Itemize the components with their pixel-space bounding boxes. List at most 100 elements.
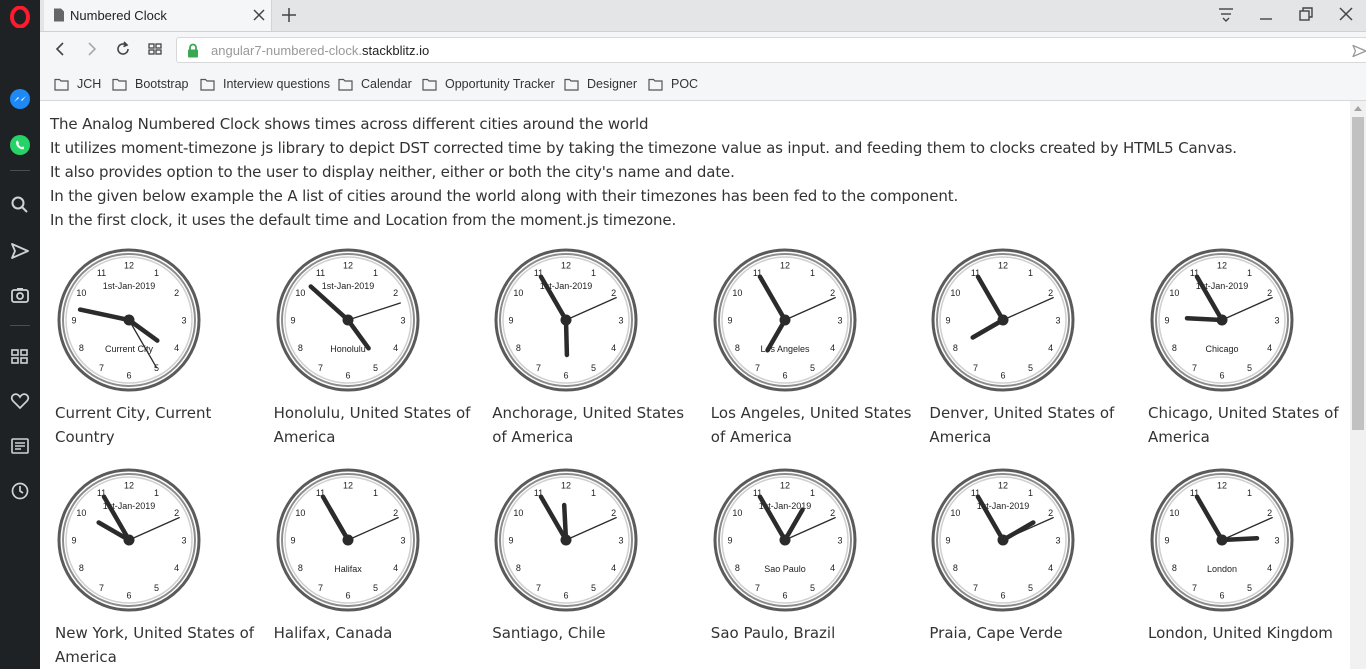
clock-numeral: 3 xyxy=(1274,536,1279,546)
restore-icon[interactable] xyxy=(1297,5,1315,23)
history-icon[interactable] xyxy=(8,479,32,503)
minimize-icon[interactable] xyxy=(1257,5,1275,23)
opera-logo-icon[interactable] xyxy=(8,5,32,29)
clock-numeral: 6 xyxy=(126,591,131,601)
clock-numeral: 1 xyxy=(373,268,378,278)
bookmark-calendar[interactable]: Calendar xyxy=(338,75,412,93)
scrollbar-thumb[interactable] xyxy=(1352,117,1364,430)
clock-numeral: 6 xyxy=(1219,371,1224,381)
speed-dial-icon[interactable] xyxy=(8,344,32,368)
clock-numeral: 5 xyxy=(373,363,378,373)
clock-numeral: 8 xyxy=(735,343,740,353)
clock-numeral: 2 xyxy=(393,508,398,518)
clock-numeral: 12 xyxy=(343,481,353,491)
clock-numeral: 12 xyxy=(343,261,353,271)
bookmark-label: Opportunity Tracker xyxy=(445,77,555,91)
close-icon[interactable] xyxy=(251,7,267,23)
close-window-icon[interactable] xyxy=(1337,5,1355,23)
tab-numbered-clock[interactable]: Numbered Clock xyxy=(44,0,272,31)
clock-location-label: Halifax, Canada xyxy=(273,624,393,642)
clock-center-dot xyxy=(342,534,354,546)
clock-numeral: 7 xyxy=(1192,583,1197,593)
sidebar-divider xyxy=(10,325,30,326)
clock-numeral: 1 xyxy=(1028,488,1033,498)
new-tab-plus-icon[interactable] xyxy=(280,6,298,24)
analog-clock: 1234567891011121st-Jan-2019Current City xyxy=(57,248,201,392)
clock-numeral: 4 xyxy=(393,563,398,573)
clock-numeral: 6 xyxy=(564,591,569,601)
address-bar: angular7-numbered-clock.stackblitz.io xyxy=(40,32,1366,68)
clock-numeral: 3 xyxy=(837,536,842,546)
clock-numeral: 1 xyxy=(154,488,159,498)
clock-numeral: 1 xyxy=(810,268,815,278)
clock-card: 1 2 3 4 5 6 7 8 9 10 11 12 1st-Jan-2019 Praia, Cape V… xyxy=(924,465,1134,669)
clock-numeral: 5 xyxy=(1028,583,1033,593)
intro-line: It also provides option to the user to d… xyxy=(50,163,735,181)
vertical-scrollbar[interactable] xyxy=(1350,101,1366,669)
folder-icon xyxy=(200,78,215,91)
bookmark-label: JCH xyxy=(77,77,102,91)
analog-clock: 1234567891011121st-Jan-2019 xyxy=(57,468,201,612)
clock-numeral: 7 xyxy=(755,583,760,593)
clock-numeral: 5 xyxy=(591,363,596,373)
clock-numeral: 4 xyxy=(393,343,398,353)
clock-numeral: 7 xyxy=(536,583,541,593)
clock-numeral: 5 xyxy=(1247,363,1252,373)
clock-numeral: 7 xyxy=(1192,363,1197,373)
reload-icon[interactable] xyxy=(114,40,132,58)
analog-clock: 123456789101112 xyxy=(494,468,638,612)
scroll-up-arrow-icon[interactable] xyxy=(1354,105,1362,111)
clock-card: 1 2 3 4 5 6 7 8 9 10 11 12 1st-Jan-2019 Anchorage, Un… xyxy=(487,245,697,465)
camera-icon[interactable] xyxy=(8,283,32,307)
clock-numeral: 12 xyxy=(561,481,571,491)
bookmark-designer[interactable]: Designer xyxy=(564,75,637,93)
clock-numeral: 8 xyxy=(1172,343,1177,353)
clock-center-dot xyxy=(997,534,1009,546)
bookmark-interview-questions[interactable]: Interview questions xyxy=(200,75,330,93)
clock-numeral: 6 xyxy=(345,371,350,381)
clock-numeral: 2 xyxy=(393,288,398,298)
clock-numeral: 8 xyxy=(297,343,302,353)
clock-numeral: 7 xyxy=(99,363,104,373)
analog-clock: 1234567891011121st-Jan-2019 xyxy=(931,468,1075,612)
tabs-grid-icon[interactable] xyxy=(146,40,164,58)
search-icon[interactable] xyxy=(8,193,32,217)
analog-clock: 1234567891011121st-Jan-2019Sao Paulo xyxy=(713,468,857,612)
url-field[interactable]: angular7-numbered-clock.stackblitz.io xyxy=(176,37,1366,63)
send-icon[interactable] xyxy=(8,239,32,263)
news-icon[interactable] xyxy=(8,434,32,458)
clock-numeral: 7 xyxy=(318,583,323,593)
forward-icon[interactable] xyxy=(82,40,100,58)
bookmark-jch[interactable]: JCH xyxy=(54,75,101,93)
intro-text: The Analog Numbered Clock shows times ac… xyxy=(50,112,1237,232)
clock-numeral: 12 xyxy=(561,261,571,271)
clock-numeral: 1 xyxy=(154,268,159,278)
tab-strip: Numbered Clock xyxy=(40,0,1366,32)
clock-numeral: 4 xyxy=(1048,563,1053,573)
bookmarks-bar: JCH Bootstrap Interview questions Calendar O… xyxy=(40,68,1366,101)
clock-numeral: 3 xyxy=(181,316,186,326)
intro-line: In the first clock, it uses the default … xyxy=(50,211,677,229)
clock-card: 1 2 3 4 5 6 7 8 9 10 11 12 1st-Jan-2019 Chicago Chicag… xyxy=(1143,245,1350,465)
messenger-icon[interactable] xyxy=(8,87,32,111)
send-page-icon[interactable] xyxy=(1352,44,1366,58)
bookmark-poc[interactable]: POC xyxy=(648,75,698,93)
bookmark-bootstrap[interactable]: Bootstrap xyxy=(112,75,189,93)
tab-menu-icon[interactable] xyxy=(1217,5,1235,23)
clock-numeral: 4 xyxy=(830,563,835,573)
folder-icon xyxy=(112,78,127,91)
clock-city: Honolulu xyxy=(330,344,366,354)
bookmark-label: Bootstrap xyxy=(135,77,189,91)
heart-icon[interactable] xyxy=(8,389,32,413)
back-icon[interactable] xyxy=(52,40,70,58)
lock-icon[interactable] xyxy=(186,43,200,58)
clock-numeral: 5 xyxy=(810,583,815,593)
clock-numeral: 10 xyxy=(732,508,742,518)
analog-clock: 123456789101112Halifax xyxy=(276,468,420,612)
bookmark-opportunity-tracker[interactable]: Opportunity Tracker xyxy=(422,75,555,93)
whatsapp-icon[interactable] xyxy=(8,133,32,157)
bookmark-label: Calendar xyxy=(361,77,412,91)
page-content: The Analog Numbered Clock shows times ac… xyxy=(40,101,1350,669)
clock-numeral: 12 xyxy=(1217,261,1227,271)
clock-numeral: 3 xyxy=(1056,536,1061,546)
